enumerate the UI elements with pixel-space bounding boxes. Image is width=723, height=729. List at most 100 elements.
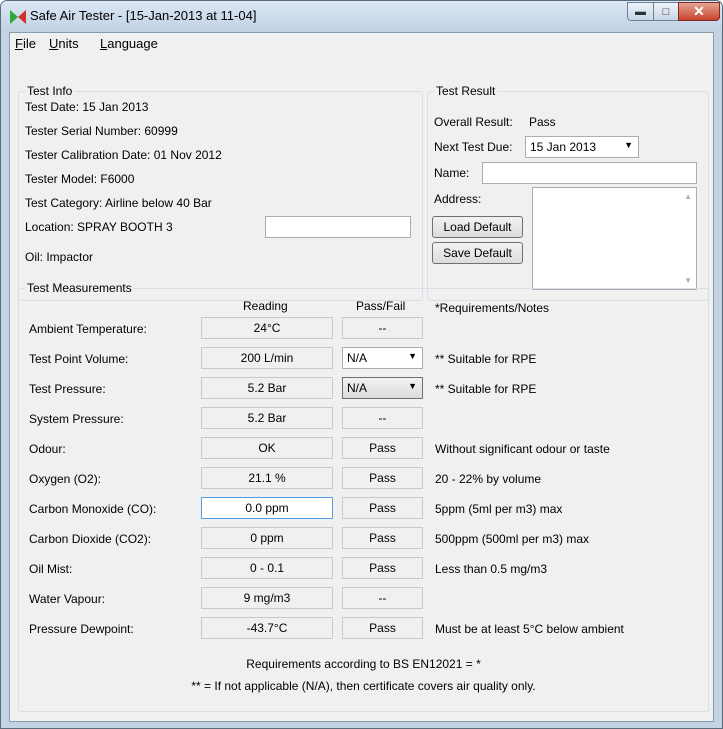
calibration-date: Tester Calibration Date: 01 Nov 2012 <box>25 148 222 162</box>
name-label: Name: <box>434 166 470 180</box>
scroll-down-icon[interactable]: ▼ <box>684 276 692 285</box>
passfail-dropdown[interactable]: N/A ▼ <box>342 347 423 369</box>
reading-value: -43.7°C <box>201 617 333 639</box>
passfail-value: -- <box>342 587 423 609</box>
app-icon <box>10 10 26 24</box>
row-notes: Without significant odour or taste <box>435 442 610 456</box>
reading-value: 24°C <box>201 317 333 339</box>
row-label: Test Pressure: <box>29 382 106 396</box>
row-notes: 5ppm (5ml per m3) max <box>435 502 563 516</box>
row-notes: Less than 0.5 mg/m3 <box>435 562 548 576</box>
address-textarea[interactable]: ▲ ▼ <box>532 187 697 290</box>
title-bar[interactable]: Safe Air Tester - [15-Jan-2013 at 11-04]… <box>1 1 722 31</box>
test-measurements-group: Test Measurements Reading Pass/Fail *Req… <box>18 281 709 712</box>
measurement-row: System Pressure: 5.2 Bar -- <box>19 405 708 431</box>
app-window: Safe Air Tester - [15-Jan-2013 at 11-04]… <box>0 0 723 729</box>
overall-result-label: Overall Result: <box>434 115 513 129</box>
reading-value: 0 - 0.1 <box>201 557 333 579</box>
minimize-icon: ▬ <box>635 5 646 18</box>
na-footnote: ** = If not applicable (N/A), then certi… <box>191 679 536 693</box>
close-button[interactable]: ✕ <box>678 2 720 21</box>
chevron-down-icon[interactable]: ▼ <box>624 140 633 150</box>
row-label: Water Vapour: <box>29 592 106 606</box>
row-label: Test Point Volume: <box>29 352 129 366</box>
oil: Oil: Impactor <box>25 250 94 264</box>
measurement-row: Ambient Temperature: 24°C -- <box>19 315 708 341</box>
location: Location: SPRAY BOOTH 3 <box>25 220 173 234</box>
row-label: System Pressure: <box>29 412 124 426</box>
name-input[interactable] <box>482 162 697 184</box>
passfail-value: Pass <box>342 497 423 519</box>
measurement-row: Carbon Dioxide (CO2): 0 ppm Pass 500ppm … <box>19 525 708 551</box>
row-notes: 20 - 22% by volume <box>435 472 542 486</box>
location-input[interactable] <box>265 216 411 238</box>
save-default-button[interactable]: Save Default <box>432 242 523 264</box>
menu-file[interactable]: File <box>15 36 36 51</box>
reading-value: 9 mg/m3 <box>201 587 333 609</box>
notes-header: *Requirements/Notes <box>435 301 550 315</box>
close-icon: ✕ <box>693 3 705 19</box>
test-result-title: Test Result <box>434 84 498 98</box>
reading-header: Reading <box>243 299 288 313</box>
requirements-footer: Requirements according to BS EN12021 = * <box>246 657 481 671</box>
tester-serial: Tester Serial Number: 60999 <box>25 124 178 138</box>
measurement-row: Test Pressure: 5.2 Bar N/A ▼ ** Suitable… <box>19 375 708 401</box>
measurement-row: Odour: OK Pass Without significant odour… <box>19 435 708 461</box>
row-label: Oil Mist: <box>29 562 73 576</box>
maximize-button[interactable]: □ <box>653 2 679 21</box>
row-label: Carbon Dioxide (CO2): <box>29 532 152 546</box>
row-label: Ambient Temperature: <box>29 322 147 336</box>
passfail-dropdown[interactable]: N/A ▼ <box>342 377 423 399</box>
measurement-row: Oxygen (O2): 21.1 % Pass 20 - 22% by vol… <box>19 465 708 491</box>
passfail-header: Pass/Fail <box>356 299 406 313</box>
reading-value: 0 ppm <box>201 527 333 549</box>
scroll-up-icon[interactable]: ▲ <box>684 192 692 201</box>
test-category: Test Category: Airline below 40 Bar <box>25 196 212 210</box>
menu-bar: File Units Language <box>10 33 713 53</box>
passfail-value: Pass <box>342 617 423 639</box>
reading-value: 5.2 Bar <box>201 407 333 429</box>
chevron-down-icon[interactable]: ▼ <box>408 381 417 391</box>
menu-language[interactable]: Language <box>100 36 158 51</box>
row-label: Pressure Dewpoint: <box>29 622 134 636</box>
passfail-value: Pass <box>342 557 423 579</box>
client-area: File Units Language Test Info Test Date:… <box>9 32 714 722</box>
reading-value: 21.1 % <box>201 467 333 489</box>
passfail-selected: N/A <box>347 351 368 365</box>
minimize-button[interactable]: ▬ <box>627 2 654 21</box>
passfail-value: -- <box>342 407 423 429</box>
next-test-due-value: 15 Jan 2013 <box>530 140 597 154</box>
measurement-row: Water Vapour: 9 mg/m3 -- <box>19 585 708 611</box>
chevron-down-icon[interactable]: ▼ <box>408 351 417 361</box>
measurement-row: Test Point Volume: 200 L/min N/A ▼ ** Su… <box>19 345 708 371</box>
next-test-due-label: Next Test Due: <box>434 140 513 154</box>
passfail-value: Pass <box>342 467 423 489</box>
passfail-value: Pass <box>342 527 423 549</box>
next-test-due-picker[interactable]: 15 Jan 2013 ▼ <box>525 136 639 158</box>
address-label: Address: <box>434 192 482 206</box>
row-label: Oxygen (O2): <box>29 472 102 486</box>
row-label: Carbon Monoxide (CO): <box>29 502 157 516</box>
menu-units[interactable]: Units <box>49 36 79 51</box>
row-notes: ** Suitable for RPE <box>435 352 537 366</box>
row-notes: 500ppm (500ml per m3) max <box>435 532 590 546</box>
maximize-icon: □ <box>662 5 670 18</box>
reading-value: OK <box>201 437 333 459</box>
row-notes: Must be at least 5°C below ambient <box>435 622 624 636</box>
test-info-group: Test Info Test Date: 15 Jan 2013 Tester … <box>18 84 423 301</box>
test-date: Test Date: 15 Jan 2013 <box>25 100 149 114</box>
reading-value: 5.2 Bar <box>201 377 333 399</box>
tester-model: Tester Model: F6000 <box>25 172 135 186</box>
passfail-value: -- <box>342 317 423 339</box>
passfail-selected: N/A <box>347 381 368 395</box>
row-label: Odour: <box>29 442 66 456</box>
window-title: Safe Air Tester - [15-Jan-2013 at 11-04] <box>30 8 257 23</box>
load-default-button[interactable]: Load Default <box>432 216 523 238</box>
overall-result-value: Pass <box>529 115 556 129</box>
reading-value: 200 L/min <box>201 347 333 369</box>
passfail-value: Pass <box>342 437 423 459</box>
test-result-group: Test Result Overall Result: Pass Next Te… <box>427 84 709 301</box>
reading-value[interactable]: 0.0 ppm <box>201 497 333 519</box>
test-measurements-title: Test Measurements <box>25 281 134 295</box>
test-info-title: Test Info <box>25 84 75 98</box>
